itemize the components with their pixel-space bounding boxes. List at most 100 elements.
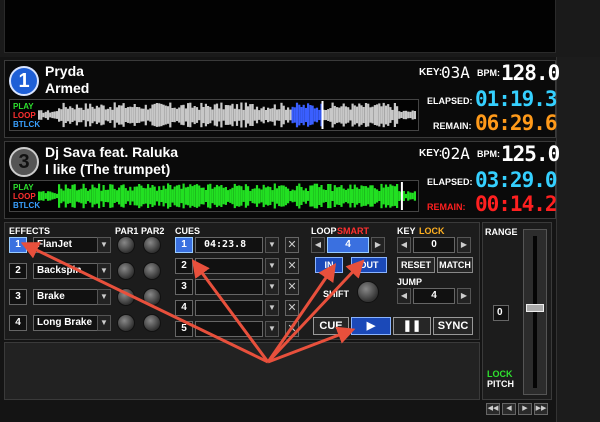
cue-5-button[interactable]: 5 (175, 321, 193, 337)
chevron-down-icon[interactable]: ▼ (97, 289, 111, 305)
waveform-bar (362, 107, 365, 124)
waveform-bar (324, 190, 327, 202)
waveform-bar (184, 187, 187, 205)
waveform-bar (244, 184, 247, 208)
effect-slot-2-button[interactable]: 2 (9, 263, 27, 279)
waveform-bar (307, 103, 310, 127)
chevron-down-icon[interactable]: ▼ (265, 321, 279, 337)
close-icon[interactable]: ✕ (285, 321, 299, 337)
pitch-slider-handle[interactable] (526, 304, 544, 312)
waveform-bar (382, 102, 385, 128)
play-button[interactable]: ▶ (351, 317, 391, 335)
range-label[interactable]: RANGE (485, 227, 518, 237)
chevron-down-icon[interactable]: ▼ (97, 263, 111, 279)
waveform-bar (229, 105, 232, 125)
waveform-bar (140, 108, 143, 122)
waveform-bar (271, 190, 274, 202)
loop-out-button[interactable]: OUT (351, 257, 387, 273)
loop-size-value[interactable]: 4 (327, 237, 369, 253)
cue-2-time[interactable] (195, 258, 263, 274)
chevron-left-icon[interactable]: ◀ (397, 288, 411, 304)
waveform-bar (240, 102, 243, 128)
waveform-bar (318, 109, 321, 121)
waveform-bar (295, 185, 299, 207)
chevron-down-icon[interactable]: ▼ (265, 279, 279, 295)
waveform-bar (389, 107, 392, 123)
par1-knob-2[interactable] (117, 262, 135, 280)
chevron-down-icon[interactable]: ▼ (265, 300, 279, 316)
chevron-left-icon[interactable]: ◀ (397, 237, 411, 253)
par1-knob-1[interactable] (117, 236, 135, 254)
smart-loop-label: SMART (337, 226, 369, 236)
chevron-down-icon[interactable]: ▼ (97, 237, 111, 253)
close-icon[interactable]: ✕ (285, 237, 299, 253)
pitch-lock-label[interactable]: LOCK (487, 369, 513, 379)
par1-knob-3[interactable] (117, 288, 135, 306)
nudge-back-fast-button[interactable]: ◀◀ (486, 403, 500, 415)
waveform-bar (118, 187, 121, 205)
effect-slot-4-button[interactable]: 4 (9, 315, 27, 331)
nudge-back-button[interactable]: ◀ (502, 403, 516, 415)
waveform-bar (102, 185, 105, 207)
par2-knob-1[interactable] (143, 236, 161, 254)
par1-knob-4[interactable] (117, 314, 135, 332)
cue-button[interactable]: CUE (313, 317, 349, 335)
close-icon[interactable]: ✕ (285, 279, 299, 295)
effect-select-1[interactable]: FlanJet (33, 237, 99, 253)
deck-number-badge[interactable]: 3 (9, 147, 39, 177)
waveform-bar (138, 184, 141, 209)
cue-1-time[interactable]: 04:23.8 (195, 237, 263, 253)
cue-5-time[interactable] (195, 321, 263, 337)
effects-label: EFFECTS (9, 226, 51, 236)
pause-button[interactable]: ❚❚ (393, 317, 431, 335)
waveform-bar (393, 103, 396, 127)
effect-slot-1-button[interactable]: 1 (9, 237, 27, 253)
effect-select-3[interactable]: Brake (33, 289, 99, 305)
cue-3-button[interactable]: 3 (175, 279, 193, 295)
chevron-down-icon[interactable]: ▼ (265, 258, 279, 274)
effect-select-4[interactable]: Long Brake (33, 315, 99, 331)
par2-knob-2[interactable] (143, 262, 161, 280)
close-icon[interactable]: ✕ (285, 300, 299, 316)
waveform[interactable]: PLAY LOOP BTLCK (9, 99, 419, 131)
par2-knob-4[interactable] (143, 314, 161, 332)
chevron-left-icon[interactable]: ◀ (311, 237, 325, 253)
chevron-right-icon[interactable]: ▶ (457, 237, 471, 253)
waveform-bar (340, 185, 343, 207)
shift-knob[interactable] (357, 281, 379, 303)
sync-button[interactable]: SYNC (433, 317, 473, 335)
key-shift-value[interactable]: 0 (413, 237, 455, 253)
beatlock-indicator: BTLCK (13, 120, 41, 129)
chevron-down-icon[interactable]: ▼ (265, 237, 279, 253)
jump-size-value[interactable]: 4 (413, 288, 455, 304)
deck-number-badge[interactable]: 1 (9, 66, 39, 96)
waveform-bar (273, 104, 276, 126)
par2-knob-3[interactable] (143, 288, 161, 306)
nudge-forward-fast-button[interactable]: ▶▶ (534, 403, 548, 415)
nudge-forward-button[interactable]: ▶ (518, 403, 532, 415)
key-match-button[interactable]: MATCH (437, 257, 473, 273)
effect-slot-3-button[interactable]: 3 (9, 289, 27, 305)
key-lock-label[interactable]: LOCK (419, 226, 445, 236)
waveform-bar (213, 187, 216, 205)
cue-4-time[interactable] (195, 300, 263, 316)
chevron-right-icon[interactable]: ▶ (371, 237, 385, 253)
chevron-down-icon[interactable]: ▼ (97, 315, 111, 331)
waveform-bar (249, 190, 252, 202)
waveform-bar (380, 183, 383, 209)
key-reset-button[interactable]: RESET (397, 257, 435, 273)
waveform-bar (104, 109, 107, 121)
cue-4-button[interactable]: 4 (175, 300, 193, 316)
elapsed-time: 01:19.3 (475, 87, 558, 111)
cue-1-button[interactable]: 1 (175, 237, 193, 253)
chevron-right-icon[interactable]: ▶ (457, 288, 471, 304)
waveform[interactable]: PLAY LOOP BTLCK (9, 180, 419, 212)
waveform-bar (356, 106, 359, 124)
cue-2-button[interactable]: 2 (175, 258, 193, 274)
waveform-bar (122, 103, 125, 127)
effect-select-2[interactable]: Backspin (33, 263, 99, 279)
close-icon[interactable]: ✕ (285, 258, 299, 274)
pitch-slider-track[interactable] (523, 229, 547, 395)
loop-in-button[interactable]: IN (315, 257, 343, 273)
cue-3-time[interactable] (195, 279, 263, 295)
